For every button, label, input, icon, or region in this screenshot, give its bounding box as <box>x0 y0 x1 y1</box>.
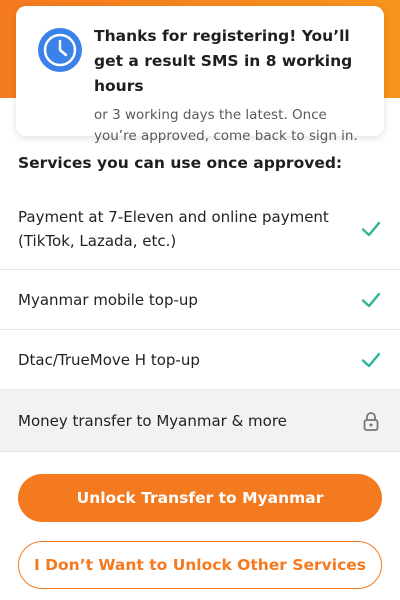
check-icon <box>361 352 381 367</box>
service-item-myanmar-topup: Myanmar mobile top-up <box>0 270 400 330</box>
registration-notice-card: Thanks for registering! You’ll get a res… <box>16 6 384 144</box>
unlock-transfer-button[interactable]: Unlock Transfer to Myanmar <box>18 474 382 522</box>
service-item-label: Myanmar mobile top-up <box>18 290 198 309</box>
services-section-title: Services you can use once approved: <box>18 154 343 172</box>
decline-unlock-button[interactable]: I Don’t Want to Unlock Other Services <box>18 541 382 589</box>
service-item-payment: Payment at 7-Eleven and online payment (… <box>0 188 400 270</box>
service-item-label: Payment at 7-Eleven and online payment (… <box>18 207 329 250</box>
lock-icon <box>363 411 379 431</box>
service-item-dtac-topup: Dtac/TrueMove H top-up <box>0 330 400 390</box>
services-list: Payment at 7-Eleven and online payment (… <box>0 188 400 452</box>
check-icon <box>361 221 381 236</box>
notice-title: Thanks for registering! You’ll get a res… <box>94 27 353 95</box>
notice-subtitle: or 3 working days the latest. Once you’r… <box>94 107 358 144</box>
check-icon <box>361 292 381 307</box>
service-item-label: Money transfer to Myanmar & more <box>18 411 287 430</box>
clock-icon <box>38 28 82 72</box>
service-item-label: Dtac/TrueMove H top-up <box>18 350 200 369</box>
service-item-money-transfer: Money transfer to Myanmar & more <box>0 390 400 452</box>
